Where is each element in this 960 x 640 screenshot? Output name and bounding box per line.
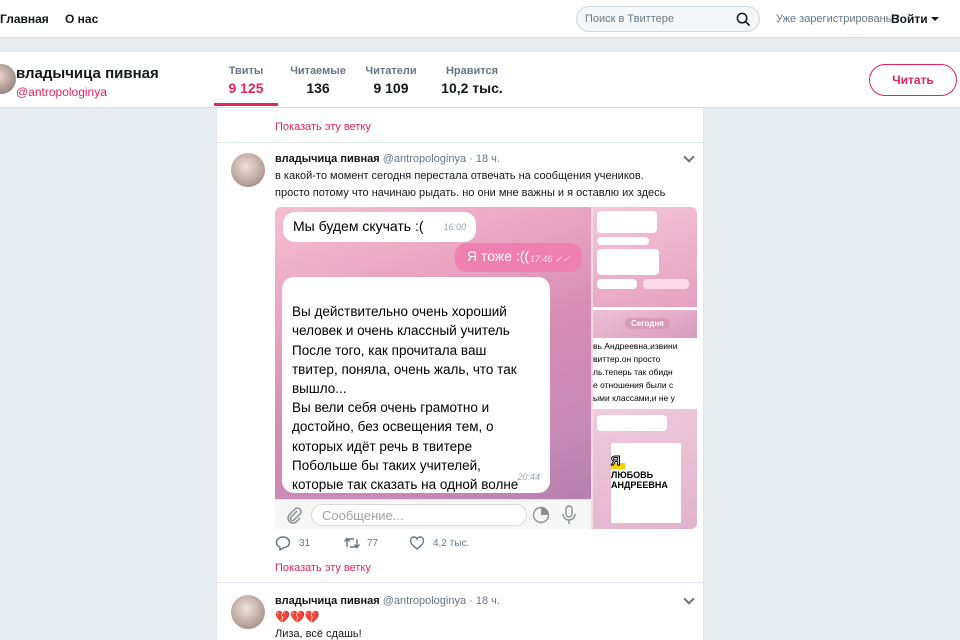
stat-following[interactable]: Читаемые 136: [288, 65, 348, 96]
heart-icon: [409, 536, 425, 550]
chat-bubble-outgoing: Я тоже :(( 17:46 ✓✓: [455, 243, 582, 272]
timeline: Показать эту ветку владычица пивная @ant…: [216, 108, 704, 640]
tweet-media[interactable]: Мы будем скучать :( 16:00 Я тоже :(( 17:…: [275, 207, 697, 529]
card-name: ЛЮБОВЬ АНДРЕЕВНА: [611, 470, 668, 490]
tweet-text-line: в какой-то момент сегодня перестала отве…: [275, 170, 644, 182]
chevron-down-icon: [930, 17, 939, 21]
tweet-text-line: Лиза, всё сдашь!: [275, 628, 362, 640]
divider: [217, 142, 703, 143]
tweet-author-handle[interactable]: @antropologinya: [383, 595, 466, 607]
chat-message-field: [311, 504, 527, 526]
thumbnail-text: вь Андреевна,извини виттер.он просто ль.…: [593, 341, 678, 403]
card-letter: Я: [610, 453, 620, 469]
show-thread-link[interactable]: Показать эту ветку: [275, 121, 371, 133]
picture-card: Я ЛЮБОВЬ АНДРЕЕВНА: [610, 443, 681, 523]
reply-count: 31: [299, 538, 311, 549]
profile-bar: владычица пивная @antropologinya Твиты 9…: [0, 52, 960, 108]
mini-bubble: [597, 415, 667, 431]
microphone-icon: [562, 505, 576, 524]
stat-value: 9 125: [228, 80, 264, 96]
tweet-author-name[interactable]: владычица пивная: [275, 153, 380, 165]
chat-thumbnail: [593, 207, 697, 307]
divider: [217, 582, 703, 583]
mini-bubble: [597, 211, 657, 233]
tweet-time[interactable]: · 18 ч.: [469, 153, 500, 165]
tweet-header: владычица пивная @antropologinya · 18 ч.: [275, 595, 500, 607]
search-box: [576, 6, 760, 32]
stat-label: Читатели: [365, 65, 417, 77]
chat-input-bar: [275, 499, 591, 529]
tweet-emoji: 💔💔💔: [275, 610, 320, 624]
chat-thumbnail: Я ЛЮБОВЬ АНДРЕЕВНА: [593, 409, 697, 529]
media-side-thumbnails: Сегодня вь Андреевна,извини виттер.он пр…: [593, 207, 697, 529]
active-tab-indicator: [214, 103, 278, 106]
tweet-author-handle[interactable]: @antropologinya: [383, 153, 466, 165]
stat-value: 9 109: [373, 80, 409, 96]
tweet-header: владычица пивная @antropologinya · 18 ч.: [275, 153, 500, 165]
tweet-time[interactable]: · 18 ч.: [469, 595, 500, 607]
chat-thumbnail: Сегодня вь Андреевна,извини виттер.он пр…: [593, 310, 697, 406]
retweet-count: 77: [367, 538, 379, 549]
mini-bubble: [597, 279, 637, 289]
chat-screenshot: Мы будем скучать :( 16:00 Я тоже :(( 17:…: [275, 207, 591, 511]
stat-label: Нравится: [445, 65, 499, 77]
stat-likes[interactable]: Нравится 10,2 тыс.: [436, 65, 508, 96]
search-icon[interactable]: [736, 12, 751, 27]
chat-bubble-incoming: Мы будем скучать :( 16:00: [283, 212, 476, 242]
tweet-menu-chevron-icon[interactable]: [683, 593, 695, 605]
stat-followers[interactable]: Читатели 9 109: [362, 65, 420, 96]
emoji-icon: [532, 506, 550, 524]
avatar[interactable]: [0, 64, 16, 94]
follow-button[interactable]: Читать: [869, 64, 957, 96]
search-input[interactable]: [585, 11, 731, 27]
profile-handle[interactable]: @antropologinya: [16, 85, 107, 99]
nav-home-link[interactable]: Главная: [0, 12, 49, 26]
chat-time: 16:00: [443, 222, 466, 232]
chat-bubble-incoming: Вы действительно очень хороший человек и…: [282, 277, 550, 511]
today-chip: Сегодня: [625, 318, 670, 329]
mini-bubble: [597, 237, 649, 245]
paperclip-icon: [287, 507, 302, 524]
tweet-menu-chevron-icon[interactable]: [683, 151, 695, 163]
retweet-icon: [343, 537, 361, 549]
like-count: 4,2 тыс.: [433, 538, 470, 549]
tweet-text-line: просто потому что начинаю рыдать. но они…: [275, 187, 666, 199]
stat-label: Читаемые: [290, 65, 346, 77]
login-button[interactable]: Войти: [891, 12, 939, 26]
login-question: Уже зарегистрированы?: [776, 13, 900, 25]
stat-value: 136: [306, 80, 330, 96]
show-thread-link[interactable]: Показать эту ветку: [275, 562, 371, 574]
nav-about-link[interactable]: О нас: [65, 12, 98, 26]
mini-bubble: [643, 279, 689, 289]
avatar[interactable]: [231, 153, 265, 187]
chat-message: Я тоже :((: [467, 248, 530, 264]
top-nav: Главная О нас Уже зарегистрированы? Войт…: [0, 0, 960, 38]
stat-label: Твиты: [228, 65, 264, 77]
chat-message: Вы действительно очень хороший человек и…: [292, 304, 519, 511]
reply-icon: [275, 536, 291, 551]
tweet-author-name[interactable]: владычица пивная: [275, 595, 380, 607]
chat-time: 17:46 ✓✓: [529, 254, 570, 264]
chat-time: 20:44: [517, 471, 540, 482]
stat-value: 10,2 тыс.: [441, 80, 503, 96]
chat-message: Мы будем скучать :(: [293, 218, 424, 234]
avatar[interactable]: [231, 595, 265, 629]
mini-bubble: [597, 249, 659, 275]
profile-name[interactable]: владычица пивная: [16, 65, 159, 82]
login-label: Войти: [891, 12, 928, 26]
stat-tweets[interactable]: Твиты 9 125: [214, 65, 278, 96]
